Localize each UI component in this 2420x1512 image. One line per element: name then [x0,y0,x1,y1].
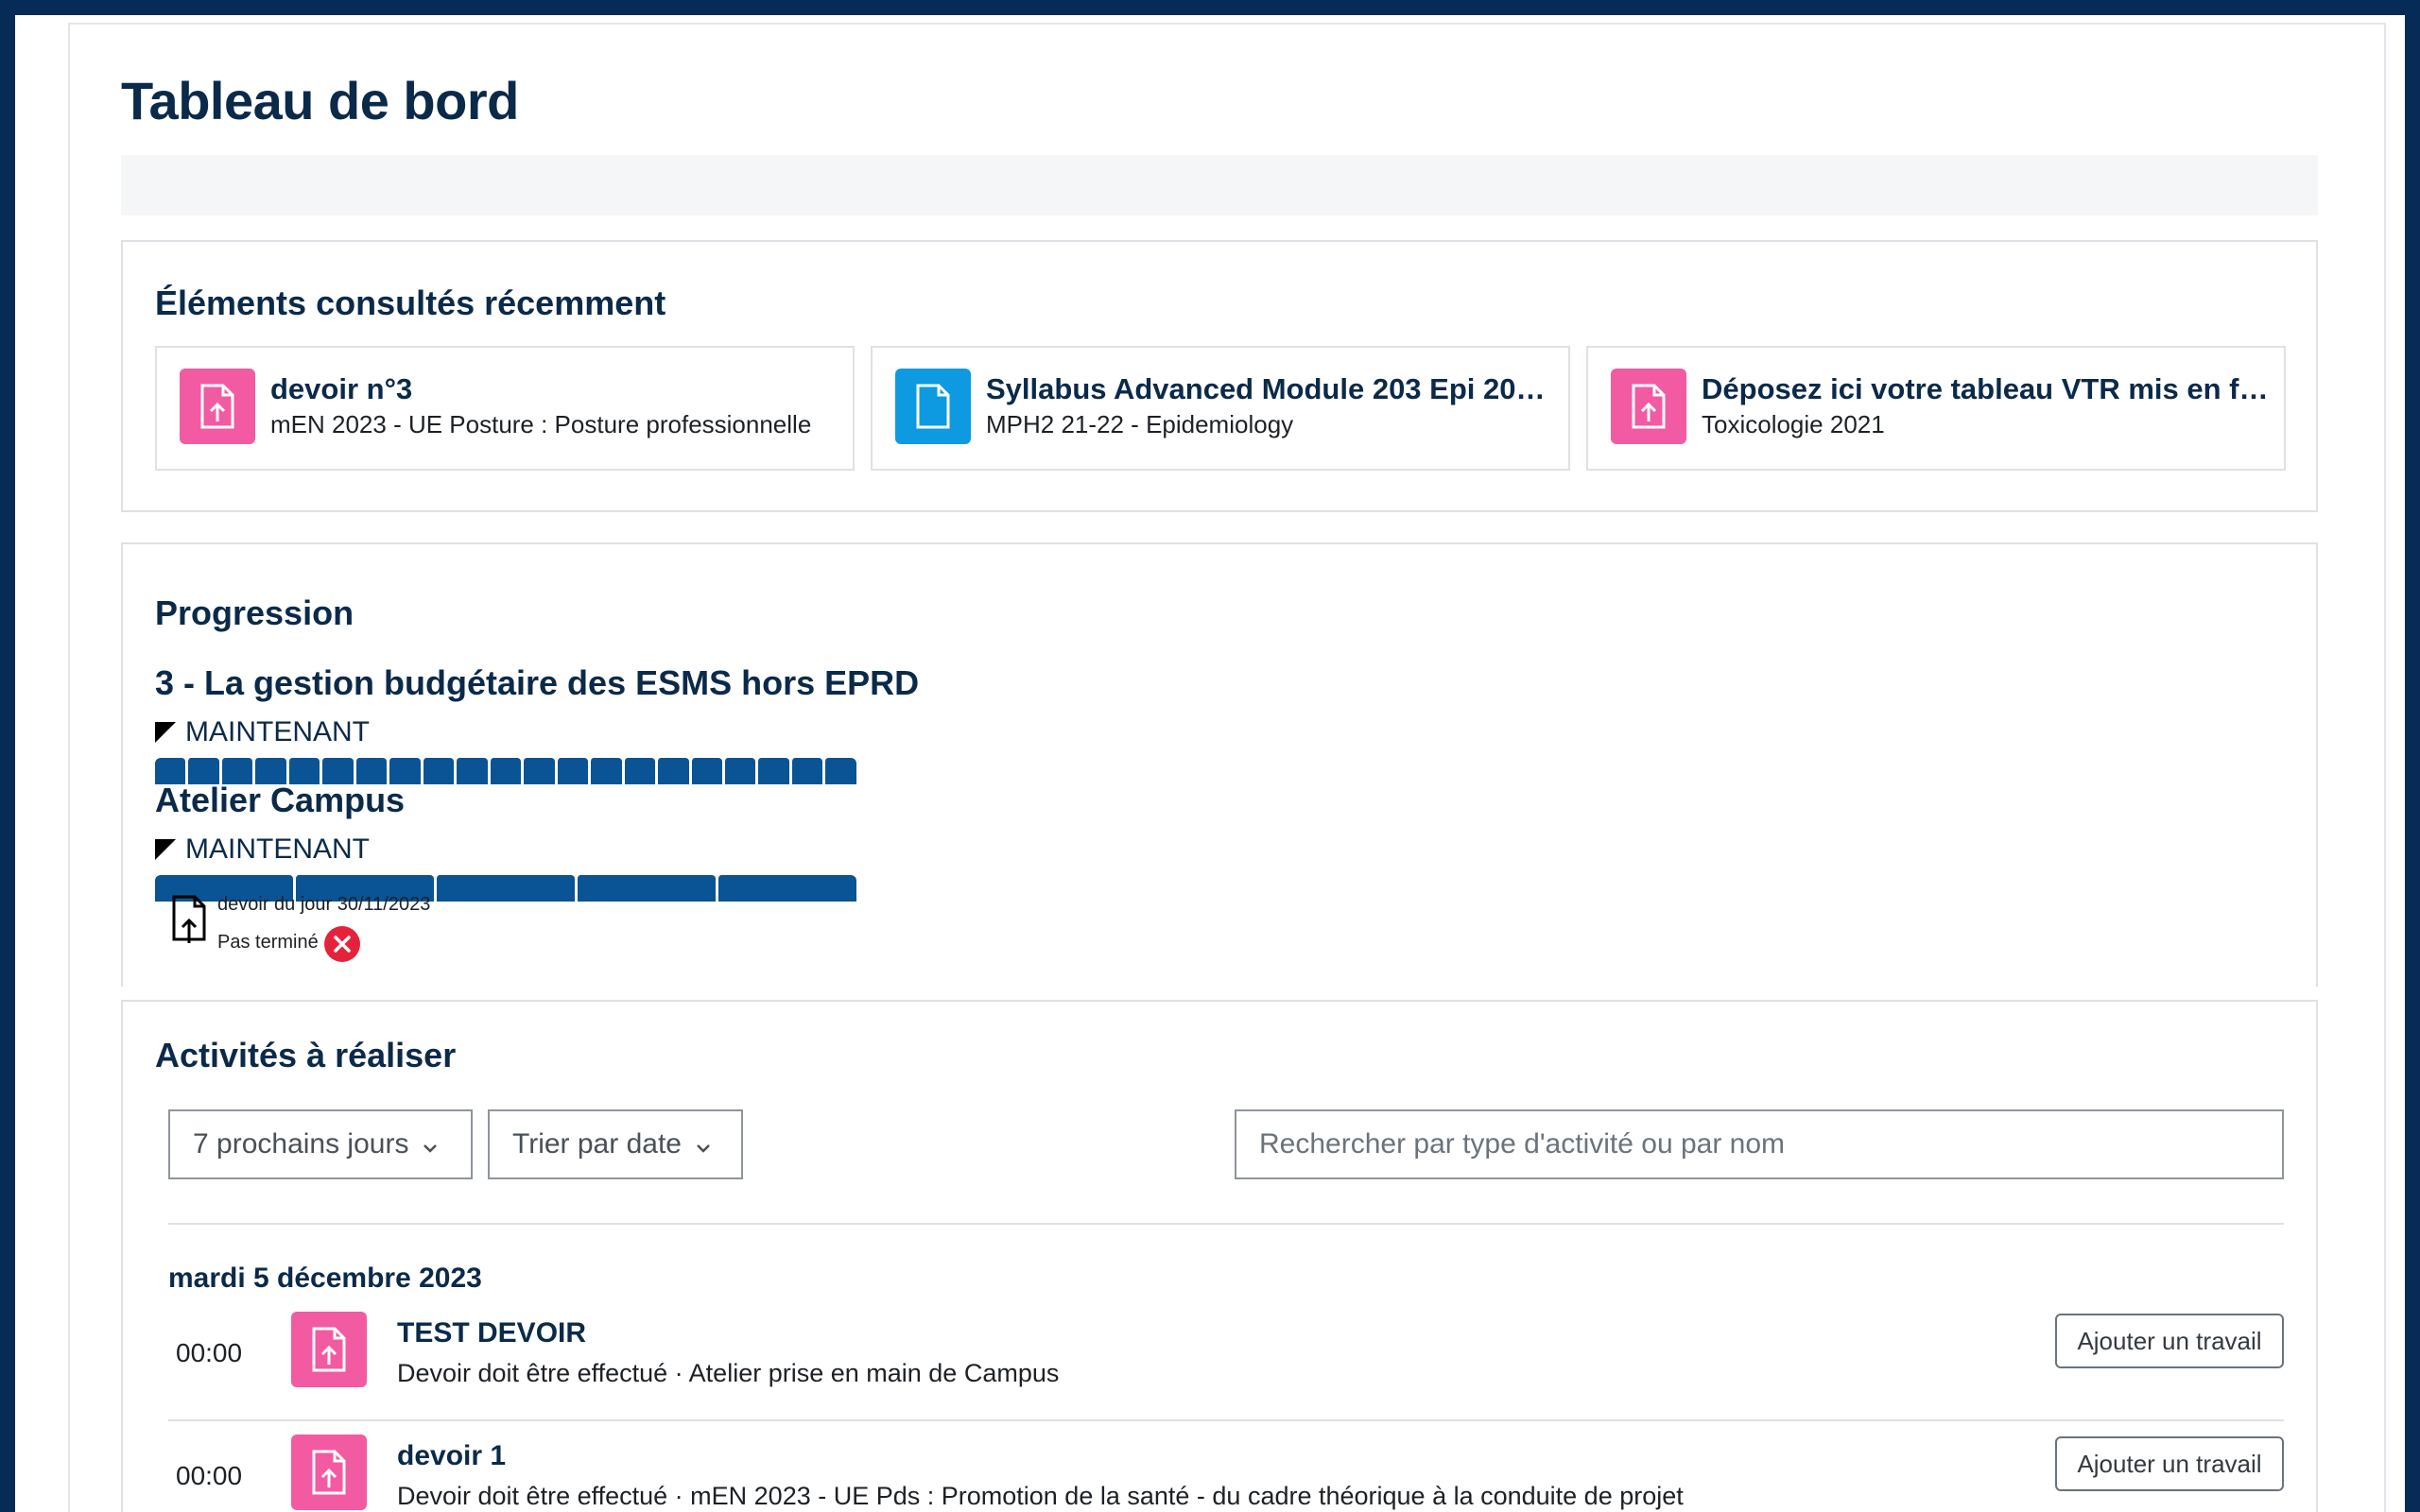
now-marker-icon [155,839,176,860]
dashboard-page: Tableau de bord Éléments consultés récem… [15,15,2405,1512]
chevron-down-icon [695,1129,712,1161]
day-filter-dropdown[interactable]: 7 prochains jours [168,1109,473,1179]
search-input[interactable] [1235,1109,2284,1179]
progress-segment[interactable] [824,758,856,784]
progress-segment[interactable] [657,758,689,784]
day-filter-value: 7 prochains jours [193,1128,409,1160]
recent-items-block: Éléments consultés récemment devoir n°3 … [121,240,2318,512]
progress-segment[interactable] [456,758,488,784]
now-marker-icon [155,722,176,743]
assignment-upload-icon [291,1312,367,1387]
course-name[interactable]: Atelier Campus [155,781,405,820]
progress-segment[interactable] [717,875,856,902]
progress-segment[interactable] [690,758,722,784]
progression-title: Progression [155,593,354,632]
event-name[interactable]: TEST DEVOIR [397,1317,586,1349]
chevron-down-icon [422,1129,439,1161]
page-title: Tableau de bord [121,71,519,130]
progress-segment[interactable] [422,758,455,784]
recent-items-title: Éléments consultés récemment [155,284,666,322]
event-time: 00:00 [176,1338,243,1367]
recent-item[interactable]: devoir n°3 mEN 2023 - UE Posture : Postu… [155,346,855,471]
recent-item-name[interactable]: Déposez ici votre tableau VTR mis en for… [1702,372,2269,406]
sort-value: Trier par date [512,1128,682,1160]
progression-block: Progression 3 - La gestion budgétaire de… [121,542,2318,987]
progress-segment[interactable] [436,875,575,902]
activity-status: Pas terminé [217,922,360,962]
recent-item-course: Toxicologie 2021 [1702,410,1885,438]
progress-segment[interactable] [790,758,823,784]
assignment-upload-icon [291,1435,367,1510]
now-label: MAINTENANT [185,833,370,865]
add-submission-button[interactable]: Ajouter un travail [2055,1314,2284,1368]
course-name[interactable]: 3 - La gestion budgétaire des ESMS hors … [155,663,919,703]
recent-item-course: mEN 2023 - UE Posture : Posture professi… [270,410,812,438]
progress-segment[interactable] [623,758,656,784]
recent-item-name[interactable]: Syllabus Advanced Module 203 Epi 2021-20… [986,372,1553,406]
activity-name[interactable]: devoir du jour 30/11/2023 [217,894,430,916]
date-heading: mardi 5 décembre 2023 [168,1263,482,1294]
recent-item-name[interactable]: devoir n°3 [270,372,838,406]
progress-segment[interactable] [757,758,789,784]
timeline-title: Activités à réaliser [155,1036,457,1074]
progress-segment[interactable] [556,758,589,784]
add-submission-button[interactable]: Ajouter un travail [2055,1436,2284,1491]
page-header-bar [121,155,2318,215]
file-icon [895,369,971,444]
divider [168,1223,2284,1225]
recent-item-course: MPH2 21-22 - Epidemiology [986,410,1294,438]
now-indicator: MAINTENANT [155,833,370,866]
progress-segment[interactable] [590,758,622,784]
activity-status-text: Pas terminé [217,931,319,953]
recent-item[interactable]: Syllabus Advanced Module 203 Epi 2021-20… [871,346,1570,471]
now-indicator: MAINTENANT [155,716,370,748]
event-description: Devoir doit être effectué · Atelier pris… [397,1359,1060,1387]
progress-segment[interactable] [489,758,522,784]
recent-item[interactable]: Déposez ici votre tableau VTR mis en for… [1586,346,2286,471]
event-time: 00:00 [176,1461,243,1490]
progress-segment[interactable] [523,758,555,784]
progress-segment[interactable] [577,875,716,902]
assignment-upload-icon [1611,369,1686,444]
event-name[interactable]: devoir 1 [397,1440,506,1472]
assignment-upload-icon [180,369,255,444]
divider [168,1419,2284,1421]
timeline-block: Activités à réaliser 7 prochains jours T… [121,1000,2318,1512]
sort-dropdown[interactable]: Trier par date [488,1109,743,1179]
now-label: MAINTENANT [185,716,370,747]
not-complete-icon [323,926,360,962]
progress-segment[interactable] [723,758,756,784]
event-description: Devoir doit être effectué · mEN 2023 - U… [397,1482,1684,1510]
assignment-upload-icon [170,894,208,948]
